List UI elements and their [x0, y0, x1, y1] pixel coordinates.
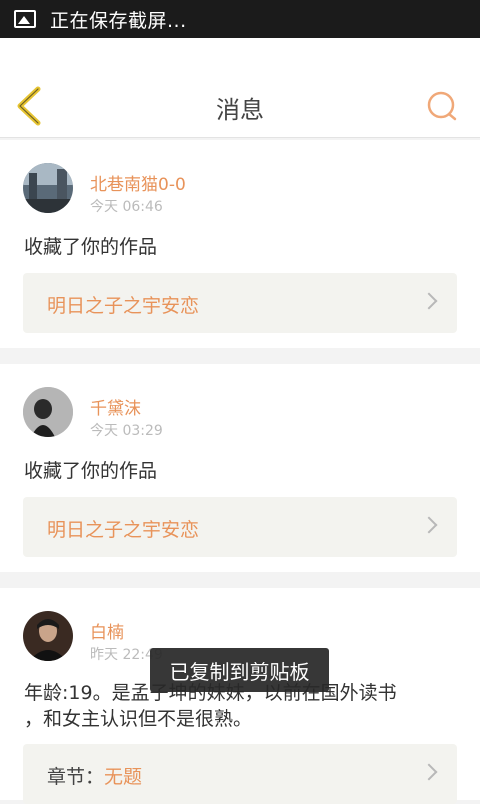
work-link[interactable]: 明日之子之宇安恋 — [23, 497, 457, 557]
message-card: 白楠 昨天 22:49 年龄:19。是孟子坤的妹妹，以前在国外读书 ，和女主认识… — [0, 588, 480, 804]
timestamp: 今天 03:29 — [90, 423, 163, 439]
message-text: 收藏了你的作品 — [24, 236, 158, 258]
chapter-link[interactable]: 章节：无题 — [23, 744, 457, 804]
chapter-info: 章节：无题 — [47, 762, 142, 789]
message-text-line: ，和女主认识但不是很熟。 — [24, 708, 253, 730]
status-bar: 正在保存截屏... — [0, 0, 480, 38]
work-title: 明日之子之宇安恋 — [47, 295, 200, 317]
status-text: 正在保存截屏... — [50, 9, 187, 32]
search-icon[interactable] — [424, 88, 460, 124]
chapter-label: 章节： — [47, 766, 105, 788]
chevron-right-icon — [420, 292, 438, 310]
chapter-value: 无题 — [104, 766, 143, 788]
message-card: 北巷南猫0-0 今天 06:46 收藏了你的作品 明日之子之宇安恋 — [0, 140, 480, 348]
username[interactable]: 北巷南猫0-0 — [90, 170, 186, 195]
username[interactable]: 白楠 — [90, 618, 124, 643]
message-text: 收藏了你的作品 — [24, 460, 158, 482]
avatar[interactable] — [23, 611, 73, 661]
username[interactable]: 千黛沫 — [90, 394, 141, 419]
timestamp: 今天 06:46 — [90, 199, 163, 215]
app-header: 消息 — [0, 38, 480, 138]
toast-message: 已复制到剪贴板 — [150, 648, 329, 692]
avatar[interactable] — [23, 387, 73, 437]
chevron-right-icon — [420, 516, 438, 534]
message-card: 千黛沫 今天 03:29 收藏了你的作品 明日之子之宇安恋 — [0, 364, 480, 572]
image-icon — [14, 10, 36, 28]
work-link[interactable]: 明日之子之宇安恋 — [23, 273, 457, 333]
page-title: 消息 — [216, 96, 264, 124]
work-title: 明日之子之宇安恋 — [47, 519, 200, 541]
chevron-right-icon — [420, 763, 438, 781]
avatar[interactable] — [23, 163, 73, 213]
